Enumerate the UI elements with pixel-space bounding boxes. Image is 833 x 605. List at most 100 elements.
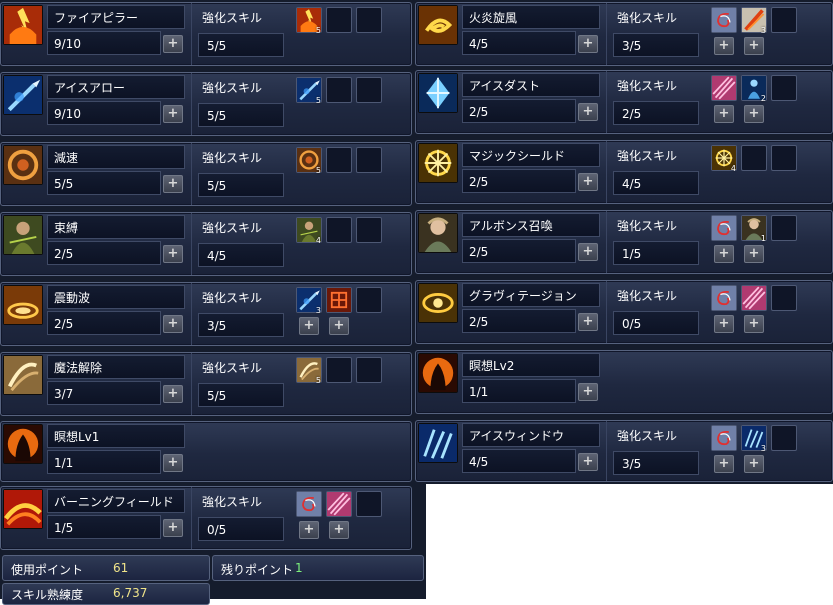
enhance-plus-button[interactable]: + [714,105,734,123]
level-up-button[interactable]: + [163,245,183,263]
skill-icon[interactable] [418,213,458,253]
enhance-slot[interactable]: 3 [741,7,767,35]
enhance-slot[interactable] [711,7,737,33]
enhance-skill-label: 強化スキル [202,291,263,305]
skill-name: アイスダスト [462,73,600,97]
skill-icon[interactable] [418,143,458,183]
level-up-button[interactable]: + [578,173,598,191]
skill-icon[interactable] [3,75,43,115]
level-up-button[interactable]: + [163,105,183,123]
enhance-plus-button[interactable]: + [299,521,319,539]
skill-icon[interactable] [418,73,458,113]
enhance-plus-button[interactable]: + [744,37,764,55]
enhance-slot[interactable] [356,217,382,243]
level-up-button[interactable]: + [163,175,183,193]
enhance-plus-button[interactable]: + [714,245,734,263]
enhance-slot[interactable]: 5 [296,147,322,175]
skill-icon[interactable] [418,353,458,393]
enhance-slot[interactable] [771,75,797,101]
enhance-slot[interactable] [711,285,737,311]
enhance-slot[interactable] [356,77,382,103]
level-up-button[interactable]: + [163,519,183,537]
skill-icon[interactable] [3,5,43,45]
enhance-plus-button[interactable]: + [744,245,764,263]
level-up-button[interactable]: + [163,454,183,472]
enhance-slot[interactable]: 3 [741,425,767,453]
skill-icon[interactable] [418,283,458,323]
enhance-slot[interactable] [356,147,382,173]
level-up-button[interactable]: + [163,35,183,53]
level-up-button[interactable]: + [163,315,183,333]
enhance-panel: 強化スキル 3/5 3 + + [606,3,826,65]
enhance-slot[interactable]: 4 [296,217,322,245]
enhance-plus-button[interactable]: + [744,315,764,333]
enhance-skill-label: 強化スキル [202,221,263,235]
level-up-button[interactable]: + [578,383,598,401]
enhance-slot[interactable]: 5 [296,77,322,105]
enhance-level: 3/5 [198,313,284,337]
enhance-slot[interactable] [296,491,322,517]
enhance-slot[interactable]: 5 [296,7,322,35]
enhance-slot[interactable] [326,287,352,313]
enhance-slot[interactable]: 3 [296,287,322,315]
skill-icon[interactable] [418,5,458,45]
enhance-slot[interactable] [711,425,737,451]
enhance-slot[interactable] [326,147,352,173]
enhance-slot[interactable] [741,145,767,171]
level-up-button[interactable]: + [163,385,183,403]
level-up-button[interactable]: + [578,243,598,261]
level-up-button[interactable]: + [578,35,598,53]
shockwave-icon [4,286,42,324]
enhance-slot[interactable] [356,357,382,383]
enhance-level: 5/5 [198,383,284,407]
skill-icon[interactable] [3,489,43,529]
enhance-slot[interactable] [771,145,797,171]
level-up-button[interactable]: + [578,313,598,331]
enhance-plus-button[interactable]: + [714,315,734,333]
skill-icon[interactable] [418,423,458,463]
skill-icon[interactable] [3,285,43,325]
flame-grid-icon [327,288,351,312]
enhance-slot[interactable] [771,285,797,311]
enhance-slot[interactable] [356,7,382,33]
enhance-slot[interactable] [711,75,737,101]
enhance-plus-button[interactable]: + [744,105,764,123]
enhance-skill-label: 強化スキル [617,149,678,163]
enhance-slot[interactable]: 4 [711,145,737,173]
enhance-plus-button[interactable]: + [299,317,319,335]
enhance-slot[interactable] [356,491,382,517]
fire-pillar-icon [4,6,42,44]
enhance-slot[interactable] [711,215,737,241]
enhance-slot[interactable] [326,217,352,243]
enhance-plus-button[interactable]: + [329,317,349,335]
remaining-points-value: 1 [295,561,303,575]
skill-level: 9/10 [47,31,161,55]
enhance-slot[interactable] [326,491,352,517]
skill-icon[interactable] [3,145,43,185]
skill-icon[interactable] [3,215,43,255]
enhance-slot[interactable] [771,7,797,33]
skill-name: グラヴィテージョン [462,283,600,307]
enhance-plus-button[interactable]: + [714,37,734,55]
enhance-slot[interactable] [741,285,767,311]
level-up-button[interactable]: + [578,453,598,471]
skill-icon[interactable] [3,355,43,395]
enhance-slot-count: 5 [315,166,321,175]
enhance-slot[interactable]: 2 [741,75,767,103]
enhance-plus-button[interactable]: + [744,455,764,473]
enhance-slot[interactable] [771,215,797,241]
enhance-slot[interactable]: 1 [741,215,767,243]
magic-shield-icon [419,144,457,182]
enhance-slot[interactable] [356,287,382,313]
enhance-slot[interactable] [326,77,352,103]
enhance-plus-button[interactable]: + [714,455,734,473]
level-up-button[interactable]: + [578,103,598,121]
skill-icon[interactable] [3,424,43,464]
enhance-slot[interactable] [326,357,352,383]
enhance-slot[interactable]: 5 [296,357,322,385]
skill-name: マジックシールド [462,143,600,167]
enhance-slot[interactable] [326,7,352,33]
enhance-panel: 強化スキル 1/5 1 + + [606,211,826,273]
enhance-slot[interactable] [771,425,797,451]
enhance-plus-button[interactable]: + [329,521,349,539]
